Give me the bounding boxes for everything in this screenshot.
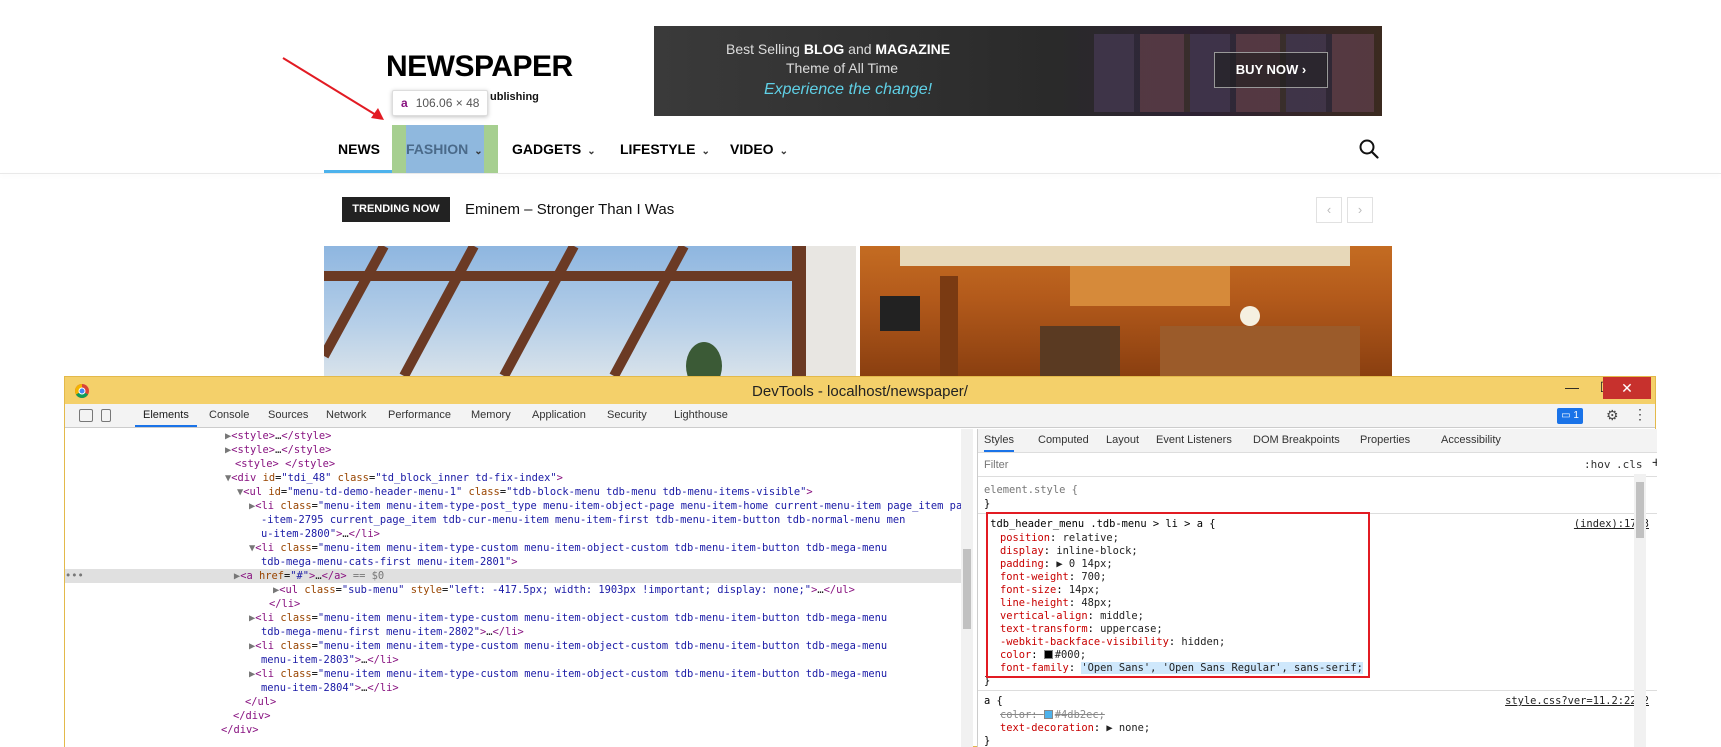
inspect-tooltip: a 106.06 × 48	[392, 90, 489, 116]
tab-network[interactable]: Network	[326, 404, 366, 427]
selected-dom-node[interactable]: ••• ▶<a href="#">…</a> == $0	[65, 569, 961, 583]
dom-node-cont: tdb-mega-menu-first menu-item-2802">…</l…	[261, 626, 524, 638]
dom-node[interactable]: ▶<li class="menu-item menu-item-type-cus…	[249, 639, 973, 653]
dom-node[interactable]: ▼<div id="tdi_48" class="td_block_inner …	[225, 471, 973, 485]
rule-separator	[978, 690, 1657, 691]
scrollbar-thumb[interactable]	[1636, 482, 1644, 538]
devtools-titlebar[interactable]: DevTools - localhost/newspaper/ — ☐ ✕	[65, 377, 1655, 404]
dom-node[interactable]: ▶<style>…</style>	[225, 443, 973, 457]
nav-item-fashion[interactable]: FASHION ⌄	[406, 125, 483, 173]
subtab-styles[interactable]: Styles	[984, 429, 1014, 452]
trending-prev-button[interactable]: ‹	[1316, 197, 1342, 223]
banner-slogan: Experience the change!	[764, 81, 933, 98]
search-icon[interactable]	[1359, 139, 1379, 159]
nav-item-video[interactable]: VIDEO ⌄	[730, 125, 788, 173]
tab-memory[interactable]: Memory	[471, 404, 511, 427]
scrollbar-thumb[interactable]	[963, 549, 971, 629]
subtab-properties[interactable]: Properties	[1360, 429, 1410, 452]
css-declaration[interactable]: text-decoration: ▶ none;	[1000, 722, 1150, 735]
nav-item-lifestyle[interactable]: LIFESTYLE ⌄	[620, 125, 710, 173]
featured-image-pergola[interactable]	[324, 246, 856, 376]
subtab-accessibility[interactable]: Accessibility	[1441, 429, 1501, 452]
styles-scrollbar[interactable]	[1634, 474, 1646, 747]
dom-node[interactable]: ▶<li class="menu-item menu-item-type-cus…	[249, 667, 973, 681]
subtab-dom-breakpoints[interactable]: DOM Breakpoints	[1253, 429, 1340, 452]
dom-node[interactable]: ▼<li class="menu-item menu-item-type-cus…	[249, 541, 973, 555]
nav-item-gadgets[interactable]: GADGETS ⌄	[512, 125, 596, 173]
element-style-selector[interactable]: element.style {	[984, 484, 1078, 497]
nav-item-news[interactable]: NEWS	[338, 125, 380, 173]
rule-source-link[interactable]: style.css?ver=11.2:2272	[1505, 695, 1649, 707]
devtools-tabbar: Elements Console Sources Network Perform…	[65, 404, 1655, 428]
device-toolbar-icon[interactable]	[101, 409, 111, 422]
chevron-down-icon: ⌄	[701, 146, 710, 157]
trending-headline[interactable]: Eminem – Stronger Than I Was	[465, 201, 674, 218]
elements-panel: ▶<style>…</style> ▶<style>…</style> <sty…	[65, 429, 973, 747]
dom-node[interactable]: ▶<li class="menu-item menu-item-type-cus…	[249, 611, 973, 625]
trending-badge: TRENDING NOW	[342, 197, 450, 222]
close-button[interactable]: ✕	[1603, 377, 1651, 399]
dom-node-cont: menu-item-2804">…</li>	[261, 682, 399, 694]
subtab-layout[interactable]: Layout	[1106, 429, 1139, 452]
ad-banner[interactable]: Best Selling BLOG and MAGAZINE Theme of …	[654, 26, 1382, 116]
banner-headline: Best Selling BLOG and MAGAZINE	[726, 41, 951, 57]
chevron-down-icon: ⌄	[474, 146, 483, 157]
issues-badge[interactable]: ▭ 1	[1557, 408, 1583, 424]
dom-node[interactable]: </div>	[221, 723, 973, 737]
chevron-down-icon: ⌄	[587, 146, 596, 157]
buy-now-button[interactable]: BUY NOW ›	[1214, 52, 1328, 88]
site-header: NEWSPAPER ublishing Best Selling BLOG an…	[0, 0, 1721, 173]
rule-close: }	[984, 498, 991, 510]
dom-node-cont: -item-2795 current_page_item tdb-cur-men…	[261, 514, 906, 526]
dom-node[interactable]: ▶<style>…</style>	[225, 429, 973, 443]
class-toggle[interactable]: .cls	[1616, 458, 1643, 471]
styles-filter-input[interactable]	[984, 457, 1484, 473]
more-menu-icon[interactable]: ⋮	[1633, 406, 1647, 423]
styles-subtabs: Styles Computed Layout Event Listeners D…	[978, 429, 1657, 453]
subtab-event-listeners[interactable]: Event Listeners	[1156, 429, 1232, 452]
gear-icon[interactable]: ⚙	[1606, 407, 1619, 424]
css-declaration-overridden[interactable]: color: #4db2ec;	[1000, 709, 1105, 722]
featured-image-living-room[interactable]	[860, 246, 1392, 376]
hover-state-toggle[interactable]: :hov	[1584, 458, 1611, 471]
dom-node[interactable]: ▶<li class="menu-item menu-item-type-pos…	[249, 499, 973, 513]
tab-security[interactable]: Security	[607, 404, 647, 427]
devtools-window-title: DevTools - localhost/newspaper/	[752, 383, 968, 400]
dom-node[interactable]: </div>	[233, 709, 973, 723]
tab-application[interactable]: Application	[532, 404, 586, 427]
header-divider	[0, 173, 1721, 174]
red-highlight-annotation	[986, 512, 1370, 678]
elements-scrollbar[interactable]	[961, 429, 973, 747]
dom-node[interactable]: <style> </style>	[235, 457, 973, 471]
chevron-down-icon: ⌄	[779, 146, 788, 157]
subtab-computed[interactable]: Computed	[1038, 429, 1089, 452]
color-swatch[interactable]	[1043, 710, 1053, 719]
dom-node[interactable]: </li>	[269, 597, 973, 611]
new-rule-button[interactable]: +	[1652, 455, 1657, 471]
red-arrow-annotation	[282, 57, 384, 120]
dom-node-cont: tdb-mega-menu-cats-first menu-item-2801"…	[261, 556, 518, 568]
dom-node-cont: menu-item-2803">…</li>	[261, 654, 399, 666]
banner-subline: Theme of All Time	[786, 60, 899, 76]
dom-node[interactable]: </ul>	[245, 695, 973, 709]
dom-node[interactable]: ▼<ul id="menu-td-demo-header-menu-1" cla…	[237, 485, 973, 499]
tab-elements[interactable]: Elements	[135, 404, 197, 427]
site-tagline: ublishing	[490, 91, 539, 103]
dom-node-cont: u-item-2800">…</li>	[261, 528, 380, 540]
tab-performance[interactable]: Performance	[388, 404, 451, 427]
tab-lighthouse[interactable]: Lighthouse	[674, 404, 728, 427]
styles-filter-row: :hov .cls +	[978, 453, 1657, 477]
dom-node[interactable]: ▶<ul class="sub-menu" style="left: -417.…	[273, 583, 973, 597]
minimize-button[interactable]: —	[1557, 377, 1587, 399]
inspect-element-icon[interactable]	[79, 409, 93, 422]
tab-console[interactable]: Console	[209, 404, 249, 427]
tab-sources[interactable]: Sources	[268, 404, 308, 427]
rule-selector[interactable]: a {	[984, 695, 1003, 708]
trending-next-button[interactable]: ›	[1347, 197, 1373, 223]
site-logo[interactable]: NEWSPAPER	[386, 50, 573, 84]
rule-close: }	[984, 735, 991, 747]
devtools-window: DevTools - localhost/newspaper/ — ☐ ✕ El…	[64, 376, 1657, 747]
